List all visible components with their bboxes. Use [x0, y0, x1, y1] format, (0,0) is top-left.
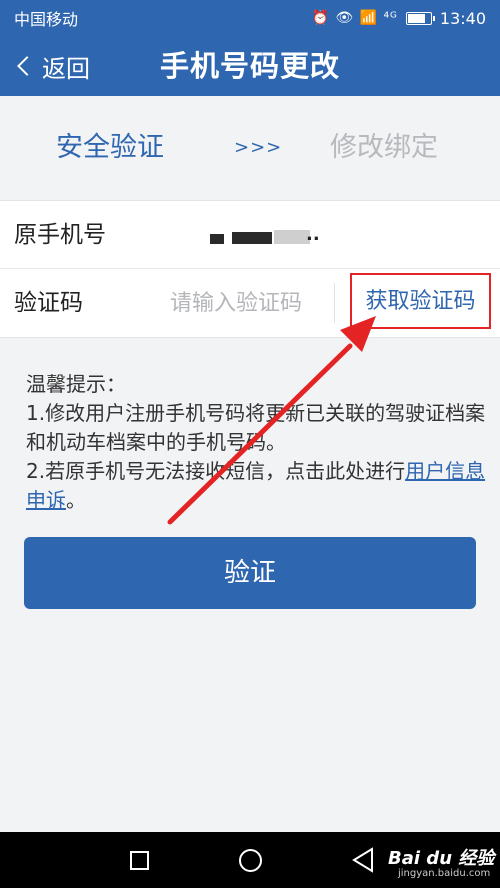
tips-block: 温馨提示： 1.修改用户注册手机号码将更新已关联的驾驶证档案和机动车档案中的手机…	[26, 370, 486, 515]
baidu-watermark-url: jingyan.baidu.com	[398, 868, 491, 879]
step-modify-binding: 修改绑定	[330, 132, 438, 163]
home-icon[interactable]	[239, 849, 262, 872]
code-input[interactable]	[170, 281, 332, 325]
step-arrows-icon: >>>	[234, 137, 283, 158]
phone-value-redacted	[232, 232, 272, 244]
recent-apps-icon[interactable]	[130, 851, 149, 870]
back-label: 返回	[42, 54, 90, 83]
verify-button[interactable]: 验证	[24, 537, 476, 609]
battery-icon	[405, 11, 435, 25]
phone-value-ellipsis: ..	[306, 224, 320, 245]
tips-line-2-suffix: 。	[66, 488, 86, 512]
chevron-left-icon	[17, 56, 37, 76]
step-security-verify: 安全验证	[56, 132, 164, 163]
status-icons: ⏰ 👁 📶 ⁴ᴳ	[311, 10, 398, 26]
back-button[interactable]: 返回	[14, 36, 90, 96]
tips-title: 温馨提示：	[26, 372, 126, 396]
back-triangle-icon[interactable]	[352, 847, 374, 873]
code-label: 验证码	[14, 290, 83, 316]
system-nav-bar: Bai du 经验 jingyan.baidu.com	[0, 832, 500, 888]
progress-steps: 安全验证 >>> 修改绑定	[0, 96, 500, 200]
get-code-button[interactable]: 获取验证码	[350, 273, 491, 329]
battery-fill	[407, 13, 425, 23]
carrier-name: 中国移动	[14, 10, 79, 29]
phone-value-redacted	[274, 230, 310, 244]
phone-value-redacted	[210, 234, 224, 244]
verify-form: 原手机号 验证码 获取验证码	[0, 200, 500, 338]
status-bar: 中国移动 ⏰ 👁 📶 ⁴ᴳ 13:40	[0, 0, 500, 36]
code-row: 验证码 获取验证码	[0, 269, 500, 337]
tips-line-2-prefix: 2.若原手机号无法接收短信，点击此处进行	[26, 459, 406, 483]
nav-bar: 手机号码更改 返回	[0, 36, 500, 96]
baidu-watermark: Bai du 经验	[388, 848, 495, 869]
original-phone-label: 原手机号	[14, 222, 106, 248]
status-time: 13:40	[439, 8, 486, 28]
input-divider	[334, 283, 335, 323]
tips-line-2: 2.若原手机号无法接收短信，点击此处进行用户信息申诉。	[26, 457, 486, 515]
tips-line-1: 1.修改用户注册手机号码将更新已关联的驾驶证档案和机动车档案中的手机号码。	[26, 401, 486, 454]
status-right: ⏰ 👁 📶 ⁴ᴳ 13:40	[311, 9, 486, 28]
